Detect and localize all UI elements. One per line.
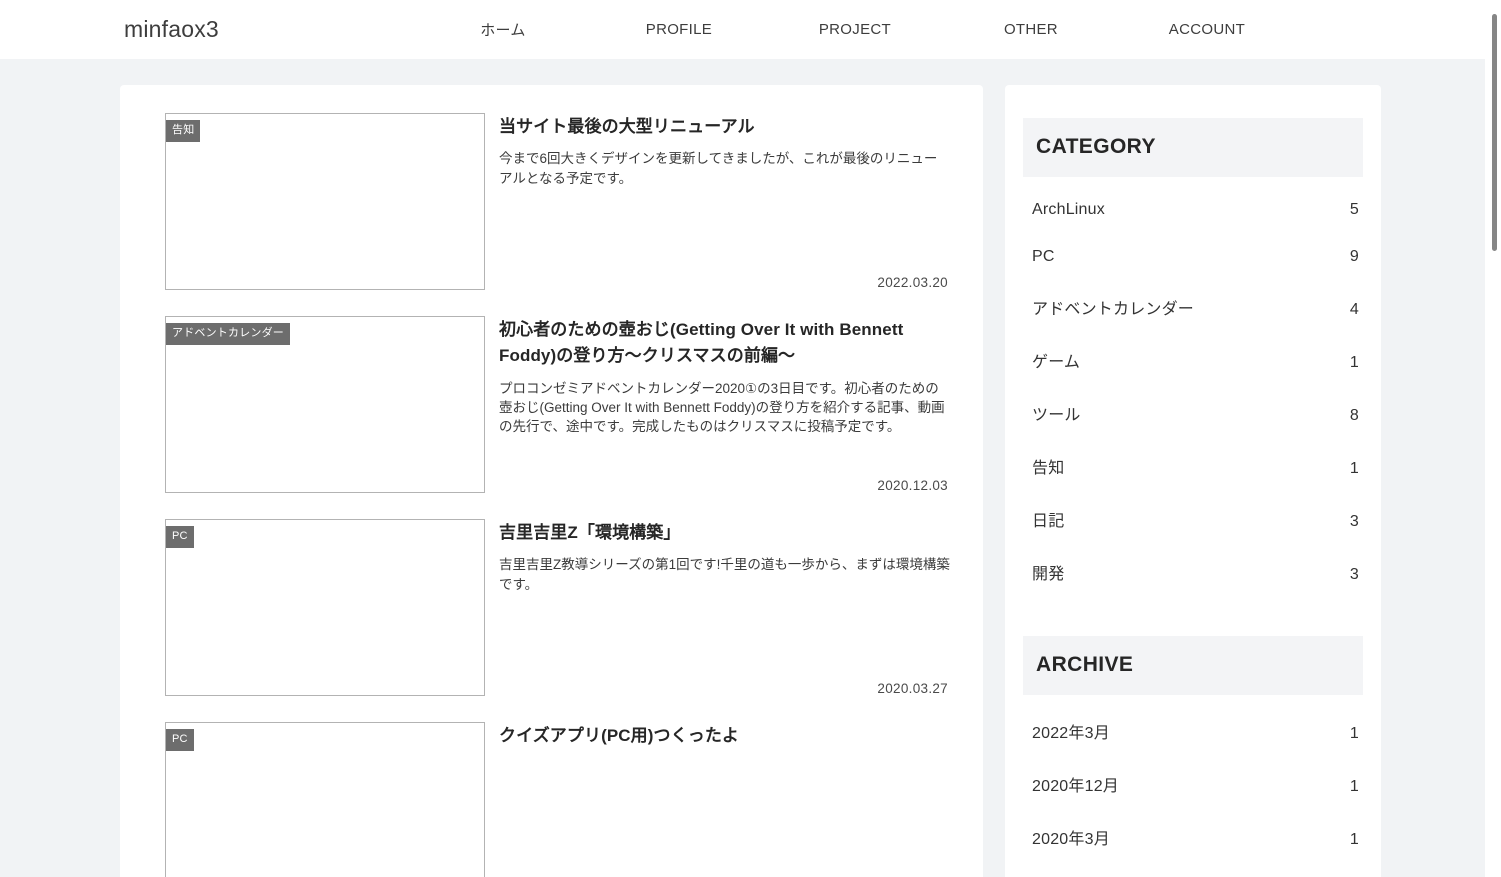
post-content: クイズアプリ(PC用)つくったよ [499, 722, 950, 877]
sidebar: CATEGORY ArchLinux 5 PC 9 アドベントカレ [1005, 85, 1381, 877]
category-count: 3 [1350, 566, 1359, 584]
widget-archive: ARCHIVE 2022年3月 1 2020年12月 1 2020 [1023, 636, 1363, 863]
list-item[interactable]: アドベントカレンダー 4 [1023, 280, 1363, 333]
archive-label: 2020年3月 [1032, 825, 1110, 849]
category-link-archlinux[interactable]: ArchLinux 5 [1023, 186, 1363, 233]
category-label: 日記 [1032, 507, 1064, 531]
category-count: 8 [1350, 407, 1359, 425]
post-content: 初心者のための壺おじ(Getting Over It with Bennett … [499, 316, 950, 493]
post-content: 吉里吉里Z「環境構築」 吉里吉里Z教導シリーズの第1回です!千里の道も一歩から、… [499, 519, 950, 696]
nav-item-account[interactable]: ACCOUNT [1119, 21, 1295, 38]
widget-category-title: CATEGORY [1023, 118, 1363, 177]
archive-link-2022-03[interactable]: 2022年3月 1 [1023, 704, 1363, 757]
category-list: ArchLinux 5 PC 9 アドベントカレンダー 4 [1023, 186, 1363, 598]
archive-link-2020-03[interactable]: 2020年3月 1 [1023, 810, 1363, 863]
list-item[interactable]: PC 9 [1023, 233, 1363, 280]
archive-label: 2022年3月 [1032, 719, 1110, 743]
post-title-link[interactable]: クイズアプリ(PC用)つくったよ [499, 723, 950, 749]
category-label: アドベントカレンダー [1032, 295, 1194, 319]
list-item[interactable]: ツール 8 [1023, 386, 1363, 439]
list-item[interactable]: 告知 1 [1023, 439, 1363, 492]
category-label: ゲーム [1032, 348, 1080, 372]
list-item[interactable]: 2020年3月 1 [1023, 810, 1363, 863]
category-count: 3 [1350, 513, 1359, 531]
post-excerpt: 今まで6回大きくデザインを更新してきましたが、これが最後のリニューアルとなる予定… [499, 149, 950, 187]
category-label: ツール [1032, 401, 1081, 425]
nav-link-other[interactable]: OTHER [1004, 21, 1058, 38]
nav-link-profile[interactable]: PROFILE [646, 21, 712, 38]
post-category-badge[interactable]: PC [166, 729, 194, 751]
post-date: 2020.12.03 [499, 478, 950, 493]
post-category-badge[interactable]: アドベントカレンダー [166, 323, 290, 345]
archive-count: 1 [1350, 725, 1359, 743]
category-count: 1 [1350, 354, 1359, 372]
post-thumbnail[interactable]: 告知 [165, 113, 485, 290]
category-label: 告知 [1032, 454, 1064, 478]
post-thumbnail[interactable]: PC [165, 519, 485, 696]
category-label: PC [1032, 248, 1055, 266]
post-date: 2022.03.20 [499, 275, 950, 290]
category-link-announcement[interactable]: 告知 1 [1023, 439, 1363, 492]
main-navigation: ホーム PROFILE PROJECT OTHER ACCOUNT [415, 19, 1295, 40]
post-list-item[interactable]: PC クイズアプリ(PC用)つくったよ [165, 722, 950, 877]
page-wrapper: 告知 当サイト最後の大型リニューアル 今まで6回大きくデザインを更新してきました… [0, 59, 1501, 877]
category-count: 4 [1350, 301, 1359, 319]
list-item[interactable]: 2020年12月 1 [1023, 757, 1363, 810]
list-item[interactable]: ゲーム 1 [1023, 333, 1363, 386]
post-excerpt: 吉里吉里Z教導シリーズの第1回です!千里の道も一歩から、まずは環境構築です。 [499, 555, 950, 593]
post-thumbnail[interactable]: PC [165, 722, 485, 877]
post-content: 当サイト最後の大型リニューアル 今まで6回大きくデザインを更新してきましたが、こ… [499, 113, 950, 290]
widget-archive-title: ARCHIVE [1023, 636, 1363, 695]
post-excerpt: プロコンゼミアドベントカレンダー2020①の3日目です。初心者のための壺おじ(G… [499, 379, 950, 436]
widget-category: CATEGORY ArchLinux 5 PC 9 アドベントカレ [1023, 118, 1363, 598]
list-item[interactable]: ArchLinux 5 [1023, 186, 1363, 233]
category-label: ArchLinux [1032, 201, 1105, 219]
site-header: minfaox3 ホーム PROFILE PROJECT OTHER ACCOU… [0, 0, 1501, 59]
nav-item-project[interactable]: PROJECT [767, 21, 943, 38]
category-link-advent-calendar[interactable]: アドベントカレンダー 4 [1023, 280, 1363, 333]
post-list-item[interactable]: PC 吉里吉里Z「環境構築」 吉里吉里Z教導シリーズの第1回です!千里の道も一歩… [165, 519, 950, 696]
post-category-badge[interactable]: PC [166, 526, 194, 548]
post-thumbnail[interactable]: アドベントカレンダー [165, 316, 485, 493]
category-link-diary[interactable]: 日記 3 [1023, 492, 1363, 545]
nav-link-home[interactable]: ホーム [480, 19, 525, 40]
archive-count: 1 [1350, 831, 1359, 849]
category-count: 9 [1350, 248, 1359, 266]
category-link-game[interactable]: ゲーム 1 [1023, 333, 1363, 386]
category-link-pc[interactable]: PC 9 [1023, 233, 1363, 280]
category-link-tool[interactable]: ツール 8 [1023, 386, 1363, 439]
nav-item-profile[interactable]: PROFILE [591, 21, 767, 38]
archive-count: 1 [1350, 778, 1359, 796]
category-count: 1 [1350, 460, 1359, 478]
post-date: 2020.03.27 [499, 681, 950, 696]
nav-item-other[interactable]: OTHER [943, 21, 1119, 38]
post-title-link[interactable]: 初心者のための壺おじ(Getting Over It with Bennett … [499, 317, 950, 370]
post-category-badge[interactable]: 告知 [166, 120, 200, 142]
list-item[interactable]: 開発 3 [1023, 545, 1363, 598]
category-link-development[interactable]: 開発 3 [1023, 545, 1363, 598]
post-title-link[interactable]: 吉里吉里Z「環境構築」 [499, 520, 950, 546]
post-list-item[interactable]: アドベントカレンダー 初心者のための壺おじ(Getting Over It wi… [165, 316, 950, 493]
nav-item-home[interactable]: ホーム [415, 19, 591, 40]
archive-link-2020-12[interactable]: 2020年12月 1 [1023, 757, 1363, 810]
archive-list: 2022年3月 1 2020年12月 1 2020年3月 1 [1023, 704, 1363, 863]
post-list-container: 告知 当サイト最後の大型リニューアル 今まで6回大きくデザインを更新してきました… [120, 85, 983, 877]
nav-link-project[interactable]: PROJECT [819, 21, 891, 38]
archive-label: 2020年12月 [1032, 772, 1119, 796]
category-label: 開発 [1032, 560, 1064, 584]
list-item[interactable]: 日記 3 [1023, 492, 1363, 545]
post-list-item[interactable]: 告知 当サイト最後の大型リニューアル 今まで6回大きくデザインを更新してきました… [165, 113, 950, 290]
page-scrollbar-thumb[interactable] [1492, 14, 1497, 251]
page-scrollbar[interactable] [1485, 0, 1501, 877]
list-item[interactable]: 2022年3月 1 [1023, 704, 1363, 757]
nav-link-account[interactable]: ACCOUNT [1169, 21, 1245, 38]
category-count: 5 [1350, 201, 1359, 219]
site-brand-logo[interactable]: minfaox3 [124, 16, 219, 43]
post-title-link[interactable]: 当サイト最後の大型リニューアル [499, 114, 950, 140]
